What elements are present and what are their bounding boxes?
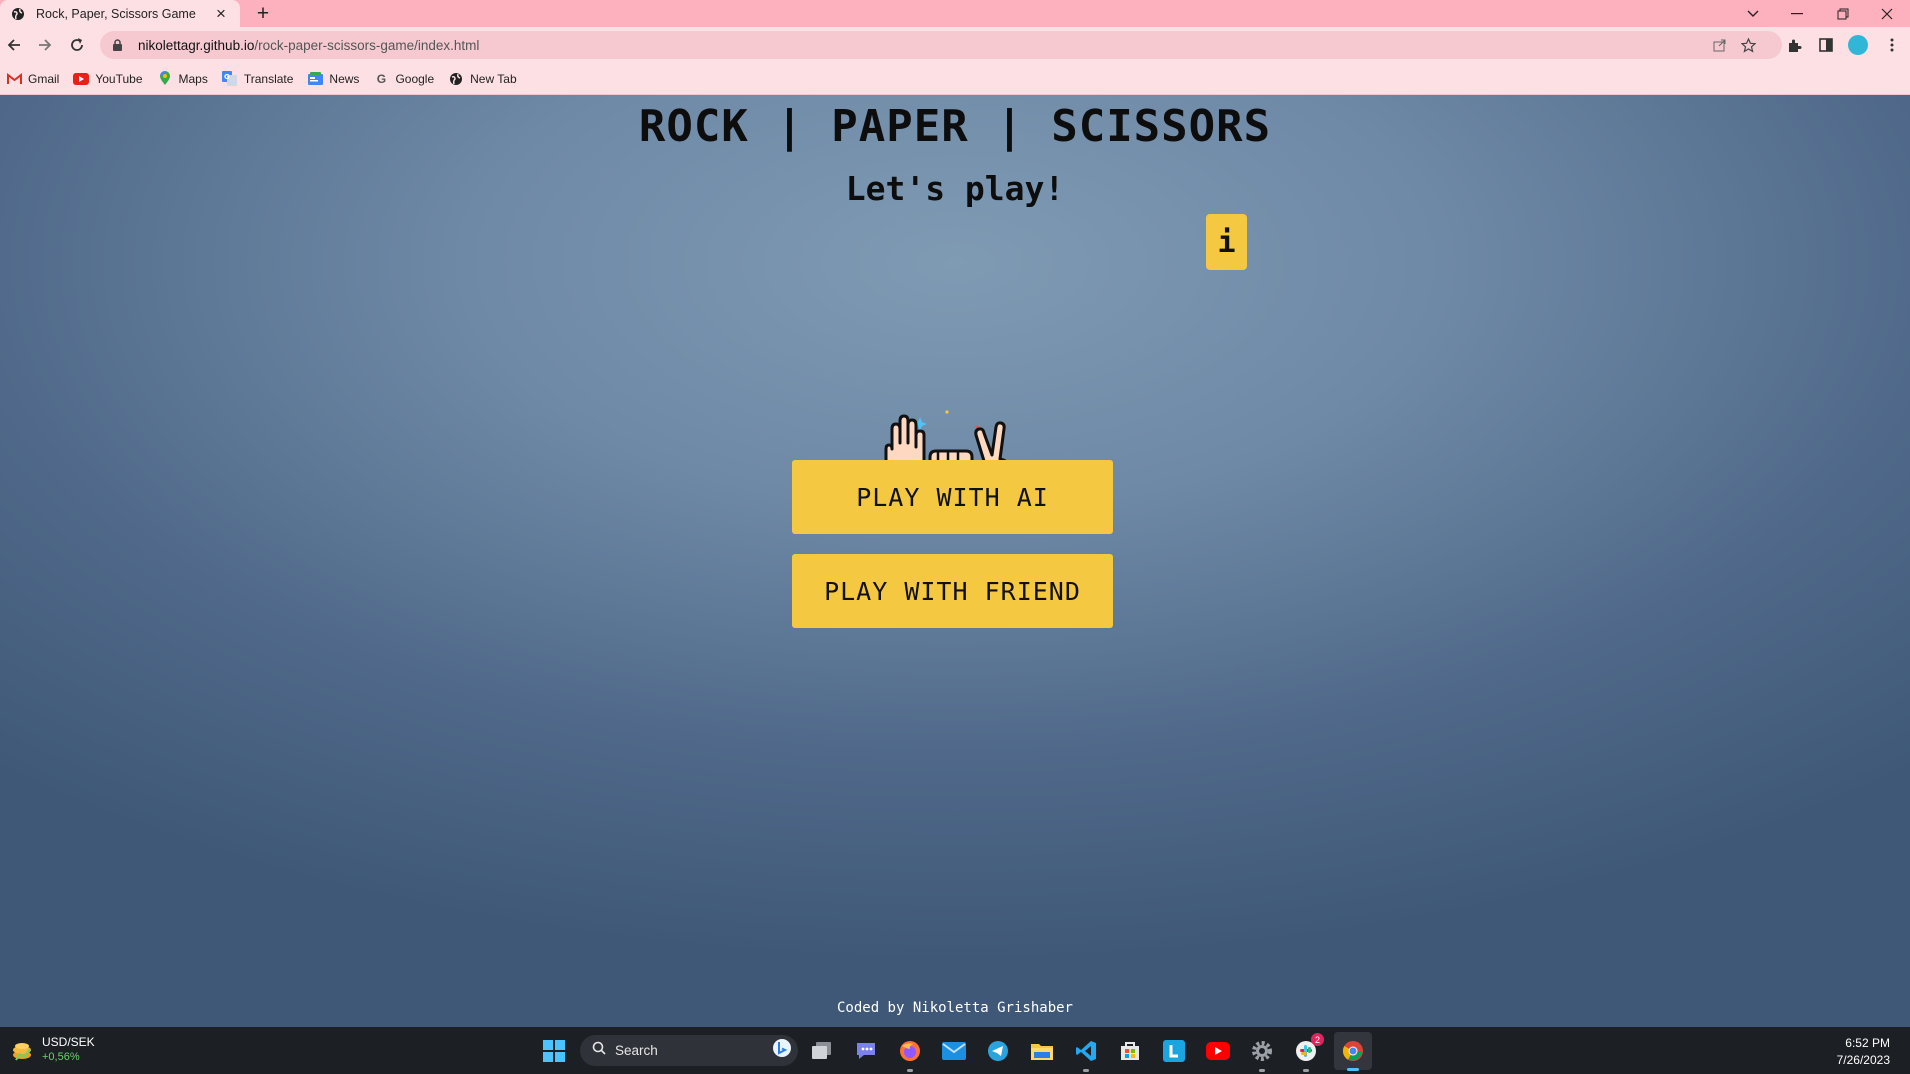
tab-title: Rock, Paper, Scissors Game bbox=[36, 6, 196, 21]
bookmark-new-tab[interactable]: New Tab bbox=[448, 71, 517, 87]
bookmark-label: Google bbox=[395, 71, 435, 86]
address-bar[interactable]: nikolettagr.github.io/rock-paper-scissor… bbox=[100, 31, 1782, 59]
url-path: /rock-paper-scissors-game/index.html bbox=[254, 37, 480, 53]
currency-icon bbox=[10, 1038, 34, 1062]
footer-credit: Coded by Nikoletta Grishaber bbox=[836, 1000, 1073, 1016]
news-icon bbox=[307, 71, 323, 87]
minimize-button[interactable] bbox=[1774, 0, 1820, 27]
bookmark-label: Gmail bbox=[28, 71, 60, 86]
play-with-friend-button[interactable]: PLAY WITH FRIEND bbox=[792, 554, 1113, 628]
game-page: ROCK | PAPER | SCISSORS Let's play! i PL… bbox=[0, 95, 1910, 1027]
maps-icon bbox=[157, 71, 173, 87]
youtube-app-icon[interactable] bbox=[1202, 1035, 1234, 1067]
url-host: nikolettagr.github.io bbox=[138, 37, 255, 53]
file-explorer-icon[interactable] bbox=[1026, 1035, 1058, 1067]
browser-toolbar: nikolettagr.github.io/rock-paper-scissor… bbox=[0, 27, 1910, 63]
bookmark-news[interactable]: News bbox=[307, 71, 359, 87]
launcher-l-icon[interactable] bbox=[1158, 1035, 1190, 1067]
running-indicator bbox=[1303, 1069, 1309, 1072]
mail-icon[interactable] bbox=[938, 1035, 970, 1067]
back-arrow-icon[interactable] bbox=[0, 31, 28, 59]
url-text: nikolettagr.github.io/rock-paper-scissor… bbox=[138, 38, 479, 53]
browser-tab[interactable]: Rock, Paper, Scissors Game × bbox=[0, 0, 240, 27]
bookmark-star-icon[interactable] bbox=[1734, 31, 1762, 59]
info-button[interactable]: i bbox=[1206, 214, 1247, 270]
clock-time: 6:52 PM bbox=[1845, 1036, 1890, 1050]
forward-arrow-icon[interactable] bbox=[31, 31, 59, 59]
extensions-icon[interactable] bbox=[1780, 31, 1808, 59]
telegram-icon[interactable] bbox=[982, 1035, 1014, 1067]
play-with-ai-button[interactable]: PLAY WITH AI bbox=[792, 460, 1113, 534]
taskbar-search-input[interactable]: Search bbox=[580, 1035, 798, 1066]
svg-text:G: G bbox=[224, 73, 230, 81]
bookmark-label: YouTube bbox=[95, 71, 143, 86]
close-tab-icon[interactable]: × bbox=[212, 4, 230, 23]
avatar bbox=[1848, 35, 1868, 55]
bookmark-label: New Tab bbox=[470, 71, 517, 86]
running-indicator bbox=[1083, 1069, 1089, 1072]
page-title: ROCK | PAPER | SCISSORS bbox=[638, 101, 1272, 152]
bookmark-gmail[interactable]: Gmail bbox=[6, 71, 59, 87]
bookmarks-bar: Gmail YouTube Maps G Translate News G Go… bbox=[0, 63, 1910, 95]
stock-widget[interactable]: USD/SEK +0,56% bbox=[10, 1035, 95, 1065]
windows-taskbar: USD/SEK +0,56% Search 2 6:52 PM 7/26/202… bbox=[0, 1027, 1910, 1074]
lock-icon[interactable] bbox=[112, 38, 126, 52]
slack-icon[interactable]: 2 bbox=[1290, 1033, 1324, 1072]
google-icon: G bbox=[376, 71, 387, 86]
teams-chat-icon[interactable] bbox=[850, 1035, 882, 1067]
side-panel-icon[interactable] bbox=[1812, 31, 1840, 59]
tab-search-icon[interactable] bbox=[1730, 0, 1776, 27]
gmail-icon bbox=[6, 71, 22, 87]
share-icon[interactable] bbox=[1706, 31, 1734, 59]
microsoft-store-icon[interactable] bbox=[1114, 1035, 1146, 1067]
notification-badge: 2 bbox=[1311, 1033, 1324, 1046]
new-tab-button[interactable]: + bbox=[250, 0, 276, 27]
task-view-icon[interactable] bbox=[806, 1035, 838, 1067]
youtube-icon bbox=[73, 71, 90, 87]
bookmark-label: News bbox=[329, 71, 360, 86]
profile-avatar[interactable] bbox=[1844, 31, 1872, 59]
running-indicator bbox=[907, 1069, 913, 1072]
translate-icon: G bbox=[222, 71, 238, 87]
system-clock[interactable]: 6:52 PM 7/26/2023 bbox=[1837, 1035, 1890, 1069]
browser-tab-bar: Rock, Paper, Scissors Game × + bbox=[0, 0, 1910, 27]
clock-date: 7/26/2023 bbox=[1836, 1053, 1890, 1067]
menu-kebab-icon[interactable] bbox=[1878, 31, 1906, 59]
bing-icon[interactable] bbox=[772, 1038, 792, 1063]
chrome-icon[interactable] bbox=[1334, 1032, 1372, 1071]
widget-title: USD/SEK bbox=[42, 1035, 95, 1049]
search-placeholder: Search bbox=[615, 1043, 658, 1058]
globe-icon bbox=[448, 71, 464, 87]
widget-change: +0,56% bbox=[42, 1051, 80, 1063]
close-window-button[interactable] bbox=[1864, 0, 1910, 27]
active-indicator bbox=[1347, 1068, 1359, 1071]
reload-icon[interactable] bbox=[63, 31, 91, 59]
restore-button[interactable] bbox=[1820, 0, 1866, 27]
start-windows-icon[interactable] bbox=[538, 1035, 570, 1067]
bookmark-google[interactable]: G Google bbox=[373, 71, 434, 87]
globe-icon bbox=[10, 6, 26, 22]
page-subtitle: Let's play! bbox=[845, 169, 1065, 208]
bookmark-label: Maps bbox=[178, 71, 208, 86]
settings-gear-icon[interactable] bbox=[1246, 1035, 1278, 1072]
search-icon bbox=[592, 1041, 606, 1060]
vscode-icon[interactable] bbox=[1070, 1035, 1102, 1072]
bookmark-youtube[interactable]: YouTube bbox=[73, 71, 143, 87]
bookmark-label: Translate bbox=[243, 71, 294, 86]
running-indicator bbox=[1259, 1069, 1265, 1072]
bookmark-translate[interactable]: G Translate bbox=[222, 71, 294, 87]
firefox-icon[interactable] bbox=[894, 1035, 926, 1072]
bookmark-maps[interactable]: Maps bbox=[157, 71, 208, 87]
